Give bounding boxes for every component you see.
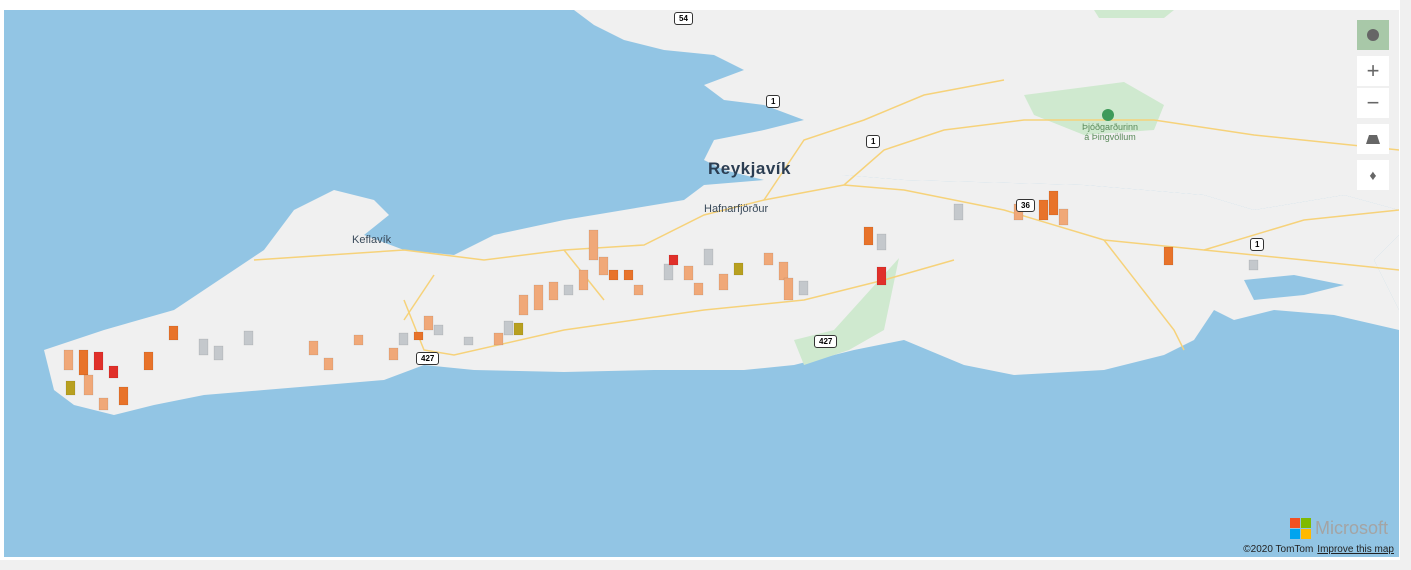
data-column[interactable] <box>608 269 619 281</box>
zoom-out-button[interactable]: − <box>1357 88 1389 118</box>
map-base <box>44 10 1399 415</box>
data-column[interactable] <box>308 340 319 356</box>
data-column[interactable] <box>1248 259 1259 271</box>
map-style-icon <box>1367 29 1379 41</box>
label-thingvellir: Þjóðgarðurinn á Þingvöllum <box>1082 122 1138 142</box>
data-column[interactable] <box>663 263 674 281</box>
data-column[interactable] <box>323 357 334 371</box>
data-column[interactable] <box>718 273 729 291</box>
data-column[interactable] <box>65 380 76 396</box>
microsoft-logo: Microsoft <box>1290 518 1388 539</box>
data-column[interactable] <box>198 338 209 356</box>
brand-text: Microsoft <box>1315 518 1389 538</box>
data-column[interactable] <box>388 347 399 361</box>
road-shield: 1 <box>866 135 881 148</box>
data-column[interactable] <box>98 397 109 411</box>
data-column[interactable] <box>413 331 424 341</box>
data-column[interactable] <box>213 345 224 361</box>
road-shield: 427 <box>814 335 838 348</box>
improve-map-link[interactable]: Improve this map <box>1317 544 1394 555</box>
horizontal-scrollbar[interactable] <box>0 560 1411 570</box>
data-column[interactable] <box>1163 246 1174 266</box>
pitch-button[interactable] <box>1357 124 1389 154</box>
road-shield: 1 <box>766 95 781 108</box>
data-column[interactable] <box>683 265 694 281</box>
vertical-scrollbar[interactable] <box>1400 0 1411 570</box>
data-column[interactable] <box>83 374 94 396</box>
data-column[interactable] <box>703 248 714 266</box>
data-column[interactable] <box>168 325 179 341</box>
road-shield: 54 <box>674 12 693 25</box>
park-top <box>1094 10 1174 18</box>
data-column[interactable] <box>548 281 559 301</box>
data-column[interactable] <box>733 262 744 276</box>
data-column[interactable] <box>953 203 964 221</box>
copyright-text: ©2020 TomTom <box>1243 544 1314 555</box>
data-column[interactable] <box>623 269 634 281</box>
zoom-in-button[interactable]: + <box>1357 56 1389 86</box>
data-column[interactable] <box>598 256 609 276</box>
data-column[interactable] <box>503 320 514 336</box>
data-column[interactable] <box>798 280 809 296</box>
data-column[interactable] <box>588 229 599 261</box>
label-hafnarfjordur: Hafnarfjörður <box>704 203 769 215</box>
pitch-icon <box>1366 134 1380 144</box>
data-column[interactable] <box>513 322 524 336</box>
data-column[interactable] <box>778 261 789 281</box>
attribution: ©2020 TomTom Improve this map <box>1243 544 1394 555</box>
label-reykjavik: Reykjavík <box>708 159 791 178</box>
data-column[interactable] <box>1038 199 1049 221</box>
compass-icon: ♦ <box>1369 167 1377 183</box>
data-column[interactable] <box>463 336 474 346</box>
data-column[interactable] <box>533 284 544 311</box>
park-tree-icon <box>1102 109 1114 121</box>
data-column[interactable] <box>353 334 364 346</box>
data-column[interactable] <box>1058 208 1069 226</box>
data-column[interactable] <box>493 332 504 346</box>
compass-button[interactable]: ♦ <box>1357 160 1389 190</box>
road-shield: 427 <box>416 352 440 365</box>
data-column[interactable] <box>243 330 254 346</box>
data-column[interactable] <box>578 269 589 291</box>
data-column[interactable] <box>783 277 794 301</box>
data-column[interactable] <box>423 315 434 331</box>
data-column[interactable] <box>78 349 89 376</box>
data-column[interactable] <box>863 226 874 246</box>
data-column[interactable] <box>876 233 887 251</box>
data-column[interactable] <box>763 252 774 266</box>
park-label-line2: á Þingvöllum <box>1084 132 1136 142</box>
data-column[interactable] <box>563 284 574 296</box>
road-shield: 1 <box>1250 238 1265 251</box>
data-column[interactable] <box>63 349 74 371</box>
data-column[interactable] <box>668 254 679 266</box>
data-column[interactable] <box>876 266 887 286</box>
label-keflavik: Keflavík <box>352 234 392 246</box>
data-column[interactable] <box>518 294 529 316</box>
data-column[interactable] <box>693 282 704 296</box>
park-label-line1: Þjóðgarðurinn <box>1082 122 1139 132</box>
data-column[interactable] <box>93 351 104 371</box>
data-column[interactable] <box>143 351 154 371</box>
road-shield: 36 <box>1016 199 1035 212</box>
data-column[interactable] <box>633 284 644 296</box>
data-column[interactable] <box>433 324 444 336</box>
data-column[interactable] <box>118 386 129 406</box>
map-canvas[interactable]: Reykjavík Hafnarfjörður Keflavík Þjóðgar… <box>4 10 1399 557</box>
data-column[interactable] <box>108 365 119 379</box>
data-column[interactable] <box>398 332 409 346</box>
data-column[interactable] <box>1048 190 1059 216</box>
map-style-button[interactable] <box>1357 20 1389 50</box>
